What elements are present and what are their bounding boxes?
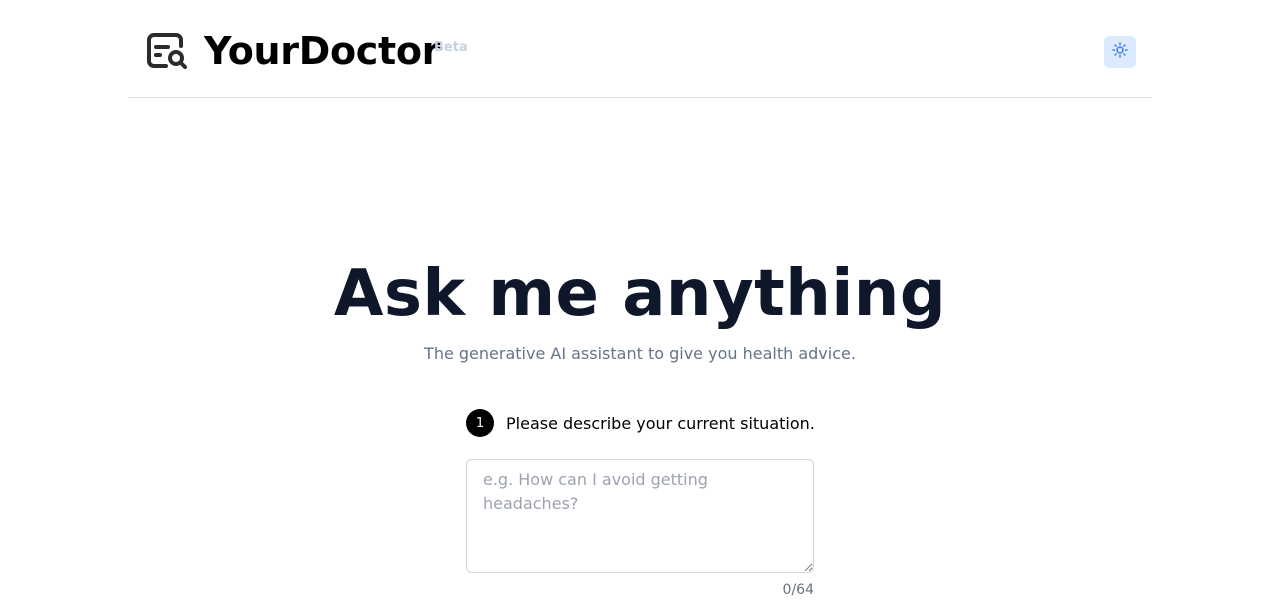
search-document-icon <box>146 32 192 74</box>
sun-icon <box>1112 42 1128 62</box>
hero-title: Ask me anything <box>333 257 947 331</box>
character-counter: 0/64 <box>782 582 814 598</box>
step-label: Please describe your current situation. <box>506 413 815 433</box>
situation-input[interactable] <box>466 459 814 573</box>
theme-toggle-button[interactable] <box>1104 36 1136 68</box>
step-number-badge: 1 <box>466 409 494 437</box>
app-brand-name[interactable]: YourDoctor <box>204 27 440 75</box>
app-header: YourDoctor Beta <box>128 0 1152 98</box>
hero-subtitle: The generative AI assistant to give you … <box>424 344 856 363</box>
step-row: 1 Please describe your current situation… <box>466 409 815 437</box>
beta-badge: Beta <box>434 40 468 55</box>
